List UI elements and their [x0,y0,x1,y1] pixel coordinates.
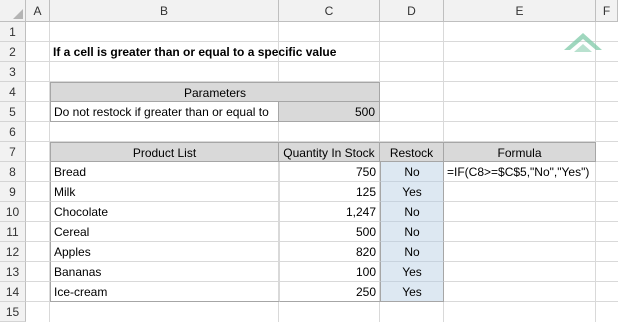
quantity-cell[interactable]: 750 [279,162,380,182]
product-cell[interactable]: Milk [50,182,279,202]
quantity-cell[interactable]: 1,247 [279,202,380,222]
column-header-d[interactable]: D [380,0,444,22]
row-header-5[interactable]: 5 [0,102,26,122]
row-header-12[interactable]: 12 [0,242,26,262]
column-header-f[interactable]: F [596,0,618,22]
row-header-11[interactable]: 11 [0,222,26,242]
product-cell[interactable]: Bananas [50,262,279,282]
column-header-a[interactable]: A [26,0,50,22]
row-header-2[interactable]: 2 [0,42,26,62]
row-header-4[interactable]: 4 [0,82,26,102]
product-cell[interactable]: Ice-cream [50,282,279,302]
sheet-title[interactable]: If a cell is greater than or equal to a … [50,42,380,62]
formula-text[interactable]: =IF(C8>=$C$5,"No","Yes") [444,162,596,182]
product-cell[interactable]: Bread [50,162,279,182]
header-product-list[interactable]: Product List [50,142,279,162]
row-header-15[interactable]: 15 [0,302,26,322]
select-all-triangle-icon [13,9,23,19]
parameters-threshold-value[interactable]: 500 [279,102,380,122]
product-cell[interactable]: Chocolate [50,202,279,222]
quantity-cell[interactable]: 100 [279,262,380,282]
header-formula[interactable]: Formula [444,142,596,162]
column-header-c[interactable]: C [279,0,380,22]
quantity-cell[interactable]: 250 [279,282,380,302]
quantity-cell[interactable]: 125 [279,182,380,202]
row-header-13[interactable]: 13 [0,262,26,282]
header-restock[interactable]: Restock [380,142,444,162]
spreadsheet-grid: A B C D E F 1 2 3 4 5 6 7 8 9 10 11 12 1… [0,0,618,322]
restock-cell[interactable]: No [380,202,444,222]
quantity-cell[interactable]: 500 [279,222,380,242]
parameters-header[interactable]: Parameters [50,82,380,102]
product-cell[interactable]: Apples [50,242,279,262]
select-all-corner[interactable] [0,0,26,22]
product-cell[interactable]: Cereal [50,222,279,242]
restock-cell[interactable]: Yes [380,262,444,282]
row-header-6[interactable]: 6 [0,122,26,142]
column-header-row: A B C D E F [0,0,618,22]
parameters-label[interactable]: Do not restock if greater than or equal … [50,102,279,122]
row-header-3[interactable]: 3 [0,62,26,82]
restock-cell[interactable]: No [380,222,444,242]
header-quantity-in-stock[interactable]: Quantity In Stock [279,142,380,162]
column-header-e[interactable]: E [444,0,596,22]
row-header-8[interactable]: 8 [0,162,26,182]
quantity-cell[interactable]: 820 [279,242,380,262]
column-header-b[interactable]: B [50,0,279,22]
row-header-14[interactable]: 14 [0,282,26,302]
restock-cell[interactable]: No [380,242,444,262]
restock-cell[interactable]: Yes [380,282,444,302]
logo-chevron-icon [564,33,602,52]
row-header-9[interactable]: 9 [0,182,26,202]
row-header-10[interactable]: 10 [0,202,26,222]
restock-cell[interactable]: Yes [380,182,444,202]
row-header-1[interactable]: 1 [0,22,26,42]
row-header-7[interactable]: 7 [0,142,26,162]
restock-cell[interactable]: No [380,162,444,182]
